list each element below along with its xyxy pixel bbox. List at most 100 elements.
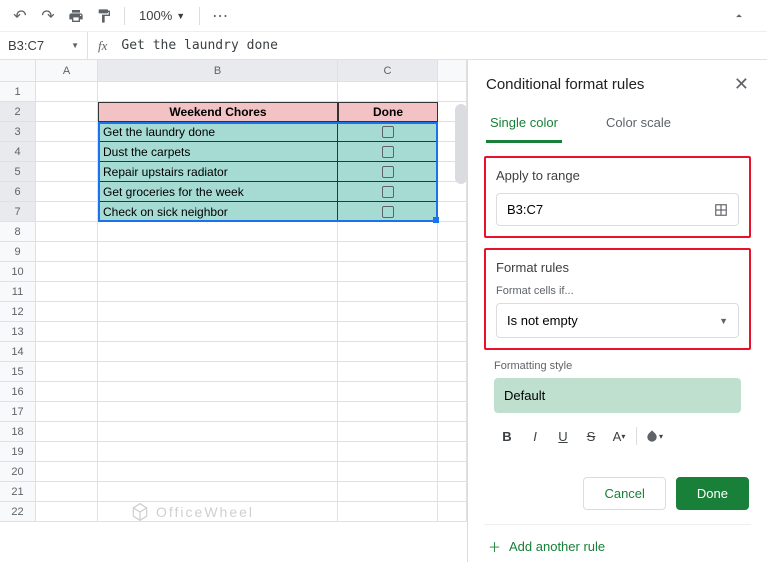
row-header[interactable]: 2	[0, 102, 36, 122]
cell[interactable]	[438, 262, 467, 282]
italic-button[interactable]: I	[522, 423, 548, 449]
row-header[interactable]: 21	[0, 482, 36, 502]
undo-icon[interactable]: ↶	[8, 4, 32, 28]
cell[interactable]	[438, 502, 467, 522]
cell[interactable]	[338, 262, 438, 282]
cell[interactable]	[438, 362, 467, 382]
cell[interactable]	[98, 462, 338, 482]
cell[interactable]	[338, 322, 438, 342]
cell[interactable]	[36, 442, 98, 462]
cell[interactable]	[338, 242, 438, 262]
cell[interactable]	[438, 222, 467, 242]
row-header[interactable]: 5	[0, 162, 36, 182]
row-header[interactable]: 8	[0, 222, 36, 242]
cell[interactable]	[438, 182, 467, 202]
cell[interactable]	[36, 482, 98, 502]
cell[interactable]	[338, 362, 438, 382]
cell[interactable]	[338, 122, 438, 142]
cell[interactable]	[438, 342, 467, 362]
cell[interactable]	[36, 122, 98, 142]
cell[interactable]	[338, 162, 438, 182]
cell[interactable]	[338, 282, 438, 302]
cell[interactable]	[98, 422, 338, 442]
cell[interactable]	[438, 422, 467, 442]
name-box[interactable]: B3:C7 ▼	[0, 32, 88, 59]
strikethrough-button[interactable]: S	[578, 423, 604, 449]
cell[interactable]	[36, 242, 98, 262]
cell[interactable]	[36, 202, 98, 222]
cell[interactable]	[338, 402, 438, 422]
row-header[interactable]: 19	[0, 442, 36, 462]
cell[interactable]	[438, 462, 467, 482]
cell[interactable]	[36, 102, 98, 122]
cell[interactable]: Dust the carpets	[98, 142, 338, 162]
cell[interactable]	[338, 222, 438, 242]
cell[interactable]	[338, 502, 438, 522]
cell[interactable]	[438, 202, 467, 222]
cell[interactable]	[36, 322, 98, 342]
row-header[interactable]: 18	[0, 422, 36, 442]
cell[interactable]	[36, 142, 98, 162]
checkbox[interactable]	[382, 166, 394, 178]
row-header[interactable]: 14	[0, 342, 36, 362]
cell[interactable]	[338, 202, 438, 222]
cell[interactable]	[36, 162, 98, 182]
cell[interactable]	[338, 142, 438, 162]
cell[interactable]	[338, 382, 438, 402]
cell[interactable]	[36, 402, 98, 422]
cancel-button[interactable]: Cancel	[583, 477, 665, 510]
cell[interactable]	[438, 242, 467, 262]
cell[interactable]: Get the laundry done	[98, 122, 338, 142]
cell[interactable]	[98, 382, 338, 402]
cell[interactable]: Repair upstairs radiator	[98, 162, 338, 182]
column-header-a[interactable]: A	[36, 60, 98, 81]
add-another-rule-button[interactable]: ＋ Add another rule	[484, 524, 751, 562]
cell[interactable]	[36, 182, 98, 202]
cell[interactable]	[338, 182, 438, 202]
cell[interactable]	[438, 382, 467, 402]
row-header[interactable]: 15	[0, 362, 36, 382]
cell[interactable]	[98, 362, 338, 382]
style-preview[interactable]: Default	[494, 378, 741, 413]
row-header[interactable]: 13	[0, 322, 36, 342]
row-header[interactable]: 11	[0, 282, 36, 302]
column-header-c[interactable]: C	[338, 60, 438, 81]
cell[interactable]	[98, 262, 338, 282]
cell[interactable]	[338, 442, 438, 462]
row-header[interactable]: 20	[0, 462, 36, 482]
cell[interactable]	[338, 462, 438, 482]
row-header[interactable]: 7	[0, 202, 36, 222]
formula-input[interactable]: Get the laundry done	[117, 38, 767, 53]
cell[interactable]: Check on sick neighbor	[98, 202, 338, 222]
cell[interactable]: Weekend Chores	[98, 102, 338, 122]
cell[interactable]	[438, 82, 467, 102]
checkbox[interactable]	[382, 186, 394, 198]
cell[interactable]	[36, 502, 98, 522]
row-header[interactable]: 3	[0, 122, 36, 142]
spreadsheet-grid[interactable]: A B C OfficeWheel 12Weekend ChoresDone3G…	[0, 60, 467, 562]
cell[interactable]	[438, 302, 467, 322]
text-color-button[interactable]: A▾	[606, 423, 632, 449]
cell[interactable]	[98, 442, 338, 462]
cell[interactable]	[98, 342, 338, 362]
tab-single-color[interactable]: Single color	[486, 105, 562, 143]
cell[interactable]	[438, 482, 467, 502]
row-header[interactable]: 22	[0, 502, 36, 522]
cell[interactable]	[338, 302, 438, 322]
column-header-b[interactable]: B	[98, 60, 338, 81]
cell[interactable]	[98, 282, 338, 302]
condition-select[interactable]: Is not empty ▼	[496, 303, 739, 338]
cell[interactable]	[36, 342, 98, 362]
cell[interactable]	[36, 302, 98, 322]
cell[interactable]	[36, 422, 98, 442]
cell[interactable]	[338, 342, 438, 362]
cell[interactable]	[36, 282, 98, 302]
vertical-scrollbar[interactable]	[455, 104, 467, 184]
cell[interactable]	[98, 402, 338, 422]
cell[interactable]: Done	[338, 102, 438, 122]
checkbox[interactable]	[382, 146, 394, 158]
cell[interactable]	[98, 322, 338, 342]
bold-button[interactable]: B	[494, 423, 520, 449]
checkbox[interactable]	[382, 206, 394, 218]
cell[interactable]	[338, 422, 438, 442]
